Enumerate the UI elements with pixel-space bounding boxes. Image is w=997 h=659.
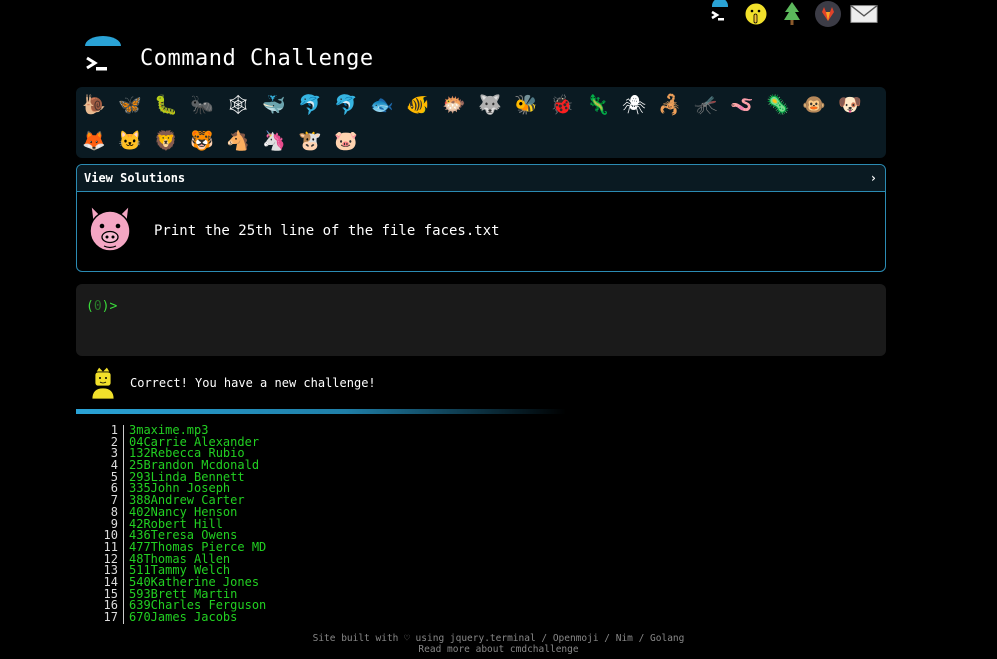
challenge-animal-icon[interactable]: 🐷 xyxy=(332,127,360,155)
challenge-animal-icon[interactable]: 🐱 xyxy=(116,127,144,155)
challenge-animal-icon[interactable]: 🐶 xyxy=(836,91,864,119)
challenge-animal-icon[interactable]: 🐠 xyxy=(404,91,432,119)
footer-credits: Site built with ♡ using jquery.terminal … xyxy=(312,633,685,644)
file-output: 1 3maxime.mp3 2 04Carrie Alexander 3 132Rebec… xyxy=(88,424,266,624)
read-more-link[interactable]: Read more about cmdchallenge xyxy=(418,644,578,655)
line-number: 5 xyxy=(88,471,124,484)
challenge-card: View Solutions › Print the 25th line of … xyxy=(76,164,886,272)
challenge-description: Print the 25th line of the file faces.tx… xyxy=(154,223,500,239)
view-solutions-toggle[interactable]: View Solutions › xyxy=(77,165,885,192)
challenge-animal-icon[interactable]: 🐴 xyxy=(224,127,252,155)
challenge-animal-icon[interactable]: 🦎 xyxy=(584,91,612,119)
terminal-prompt[interactable]: (0)> xyxy=(86,299,117,314)
challenge-animal-icon[interactable]: 🪱 xyxy=(728,91,756,119)
challenge-selector: 🐌 🦋 🐛 🐜 🕸 🐳 🐬 🐬 🐟 🐠 🐡 🐺 🐝 🐞 🦎 🕷 🦂 🦟 🪱 🦠 🐵 🐶 🦊 🐱 🦁 🐯 🐴 🦄 🐮 🐷 xyxy=(76,87,886,158)
result-message: Correct! You have a new challenge! xyxy=(130,376,376,390)
challenge-animal-icon[interactable]: 🕷 xyxy=(620,91,648,119)
challenge-animal-icon[interactable]: 🦂 xyxy=(656,91,684,119)
challenge-animal-icon[interactable]: 🦊 xyxy=(80,127,108,155)
line-number: 1 xyxy=(88,424,124,437)
mail-icon[interactable] xyxy=(850,0,878,28)
challenge-animal-icon[interactable]: 🐛 xyxy=(152,91,180,119)
prompt-counter: 0 xyxy=(93,299,102,314)
prompt-close: )> xyxy=(101,299,118,314)
tree-icon[interactable] xyxy=(778,0,806,28)
line-text: 670James Jacobs xyxy=(129,610,238,624)
princess-icon xyxy=(88,364,118,400)
result-divider xyxy=(76,409,566,414)
challenge-animal-icon[interactable]: 🐝 xyxy=(512,91,540,119)
line-number: 7 xyxy=(88,494,124,507)
challenge-animal-icon[interactable]: 🐟 xyxy=(368,91,396,119)
challenge-animal-icon[interactable]: 🐡 xyxy=(440,91,468,119)
line-number: 2 xyxy=(88,436,124,449)
challenge-animal-icon[interactable]: 🐳 xyxy=(260,91,288,119)
top-nav xyxy=(706,0,878,28)
cmdchallenge-logo[interactable] xyxy=(84,36,122,76)
challenge-animal-icon[interactable]: 🦄 xyxy=(260,127,288,155)
challenge-animal-icon[interactable]: 🦁 xyxy=(152,127,180,155)
footer: Site built with ♡ using jquery.terminal … xyxy=(0,633,997,655)
challenge-animal-icon[interactable]: 🐯 xyxy=(188,127,216,155)
view-solutions-label: View Solutions xyxy=(84,171,186,185)
line-number: 17 xyxy=(88,611,124,624)
line-number: 3 xyxy=(88,448,124,461)
challenge-animal-icon[interactable]: 🐬 xyxy=(296,91,324,119)
challenge-animal-icon[interactable]: 🐞 xyxy=(548,91,576,119)
file-line: 17 670James Jacobs xyxy=(88,610,266,624)
shush-face-icon[interactable] xyxy=(742,0,770,28)
challenge-animal-icon[interactable]: 🐮 xyxy=(296,127,324,155)
challenge-animal-icon[interactable]: 🦟 xyxy=(692,91,720,119)
challenge-animal-icon[interactable]: 🐌 xyxy=(80,91,108,119)
prompt-open: ( xyxy=(86,299,94,314)
challenge-animal-icon[interactable]: 🐬 xyxy=(332,91,360,119)
challenge-animal-icon[interactable]: 🐺 xyxy=(476,91,504,119)
challenge-animal-icon[interactable]: 🕸 xyxy=(224,91,252,119)
terminal[interactable]: (0)> xyxy=(76,284,886,356)
challenge-animal-icon[interactable]: 🦋 xyxy=(116,91,144,119)
cmdchallenge-home-icon[interactable] xyxy=(706,0,734,28)
challenge-animal-icon[interactable]: 🦠 xyxy=(764,91,792,119)
challenge-animal-icon[interactable]: 🐵 xyxy=(800,91,828,119)
pig-icon xyxy=(83,202,137,256)
chevron-right-icon: › xyxy=(869,171,877,185)
line-number: 4 xyxy=(88,459,124,472)
challenge-animal-icon[interactable]: 🐜 xyxy=(188,91,216,119)
page-title: Command Challenge xyxy=(140,46,374,71)
line-number: 6 xyxy=(88,483,124,496)
line-number: 8 xyxy=(88,506,124,519)
gitlab-icon[interactable] xyxy=(814,0,842,28)
